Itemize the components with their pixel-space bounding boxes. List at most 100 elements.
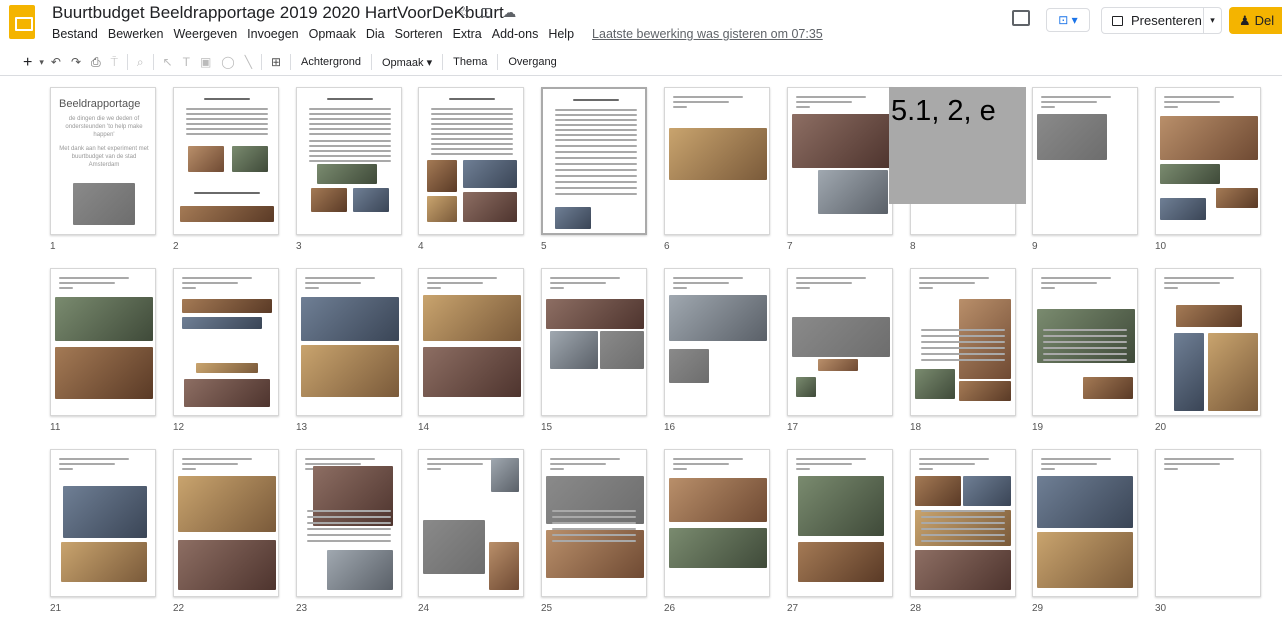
slide-number: 12	[173, 422, 185, 433]
slide-preview[interactable]	[787, 449, 893, 597]
present-label: Presenteren	[1131, 13, 1202, 28]
slide-number: 30	[1155, 603, 1167, 614]
slide-preview[interactable]	[1032, 87, 1138, 235]
menu-dia[interactable]: Dia	[366, 27, 385, 41]
print-icon[interactable]: ⎙	[86, 49, 106, 76]
slide-preview[interactable]	[50, 268, 156, 416]
slide-photo	[196, 363, 258, 373]
paint-format-icon[interactable]: ⍑	[106, 49, 123, 76]
menu-opmaak[interactable]: Opmaak	[309, 27, 356, 41]
slide-number: 5	[541, 241, 547, 252]
slide-photo	[669, 478, 767, 522]
slide-preview[interactable]	[418, 268, 524, 416]
slide-preview[interactable]	[910, 268, 1016, 416]
menu-extra[interactable]: Extra	[453, 27, 482, 41]
cloud-status-icon[interactable]: ☁	[502, 4, 516, 21]
slide-preview[interactable]	[541, 268, 647, 416]
background-button[interactable]: Achtergrond	[295, 56, 367, 68]
star-icon[interactable]: ☆	[458, 4, 471, 21]
present-mode-button[interactable]: ⊡ ▾	[1046, 8, 1090, 32]
shape-icon[interactable]: ◯	[216, 49, 239, 76]
slide-photo	[232, 146, 268, 172]
transition-button[interactable]: Overgang	[502, 56, 562, 68]
slide-preview[interactable]	[541, 449, 647, 597]
slide-photo	[550, 331, 598, 369]
menu-bestand[interactable]: Bestand	[52, 27, 98, 41]
slide-preview[interactable]	[296, 87, 402, 235]
slide-photo	[353, 188, 389, 212]
menu-bar: Bestand Bewerken Weergeven Invoegen Opma…	[52, 27, 823, 41]
slide-photo	[798, 476, 884, 536]
slide-preview[interactable]	[1032, 268, 1138, 416]
slide-preview[interactable]	[296, 449, 402, 597]
menu-sorteren[interactable]: Sorteren	[395, 27, 443, 41]
layout-button[interactable]: Opmaak ▾	[376, 56, 438, 69]
slide-preview[interactable]	[1155, 268, 1261, 416]
new-slide-icon[interactable]: +	[18, 49, 37, 76]
slide-preview[interactable]	[296, 268, 402, 416]
present-dropdown-icon[interactable]: ▾	[1203, 8, 1221, 33]
zoom-icon[interactable]: ⌕	[132, 49, 149, 76]
slide-preview[interactable]: Beeldrapportage de dingen die we deden of…	[50, 87, 156, 235]
last-edit-link[interactable]: Laatste bewerking was gisteren om 07:35	[592, 27, 823, 41]
slide-photo	[1160, 116, 1258, 160]
select-icon[interactable]: ↖	[158, 49, 178, 76]
slide-number: 3	[296, 241, 302, 252]
slides-logo-icon[interactable]	[9, 5, 35, 39]
slide-preview[interactable]	[1032, 449, 1138, 597]
slide-photo	[73, 183, 135, 225]
slide-photo	[178, 540, 276, 590]
slide-photo	[669, 528, 767, 568]
share-button[interactable]: ♟ Del	[1229, 7, 1282, 34]
slide-preview[interactable]	[664, 87, 770, 235]
redo-icon[interactable]: ↷	[66, 49, 86, 76]
slide-number: 28	[910, 603, 922, 614]
slide-preview[interactable]	[418, 449, 524, 597]
comment-history-icon[interactable]	[1012, 10, 1030, 26]
slide-photo	[1037, 114, 1107, 160]
menu-bewerken[interactable]: Bewerken	[108, 27, 164, 41]
slide-photo	[427, 160, 457, 192]
slide-photo	[959, 299, 1011, 379]
textbox-icon[interactable]: T	[178, 49, 195, 76]
slide-preview[interactable]	[50, 449, 156, 597]
slide-photo	[423, 295, 521, 341]
slide-photo	[669, 295, 767, 341]
slide-photo	[669, 128, 767, 180]
document-title[interactable]: Buurtbudget Beeldrapportage 2019 2020 Ha…	[52, 3, 504, 23]
slide-preview[interactable]	[173, 268, 279, 416]
slide-preview[interactable]	[1155, 449, 1261, 597]
theme-button[interactable]: Thema	[447, 56, 493, 68]
new-slide-caret-icon[interactable]: ▾	[37, 49, 46, 76]
slide-number: 2	[173, 241, 179, 252]
slide-number: 10	[1155, 241, 1167, 252]
slide-photo	[317, 164, 377, 184]
line-icon[interactable]: ╲	[240, 49, 257, 76]
slide-photo	[669, 349, 709, 383]
menu-invoegen[interactable]: Invoegen	[247, 27, 298, 41]
move-to-folder-icon[interactable]: ⊡	[481, 4, 493, 21]
slide-preview[interactable]	[664, 449, 770, 597]
slide-preview[interactable]	[787, 268, 893, 416]
add-comment-icon[interactable]: ⊞	[266, 49, 286, 76]
menu-help[interactable]: Help	[548, 27, 574, 41]
slide-preview[interactable]	[1155, 87, 1261, 235]
slide-photo	[463, 160, 517, 188]
slide-photo	[1216, 188, 1258, 208]
undo-icon[interactable]: ↶	[46, 49, 66, 76]
menu-add-ons[interactable]: Add-ons	[492, 27, 539, 41]
slide-photo	[423, 520, 485, 574]
slide-preview[interactable]	[541, 87, 647, 235]
menu-weergeven[interactable]: Weergeven	[173, 27, 237, 41]
image-icon[interactable]: ▣	[195, 49, 216, 76]
slide-preview[interactable]	[787, 87, 893, 235]
slide-photo	[311, 188, 347, 212]
slide-preview[interactable]	[173, 87, 279, 235]
slide-preview[interactable]	[664, 268, 770, 416]
slide-number: 17	[787, 422, 799, 433]
slide-preview[interactable]	[910, 449, 1016, 597]
slide-preview[interactable]	[173, 449, 279, 597]
slide-photo	[1160, 198, 1206, 220]
present-button[interactable]: Presenteren ▾	[1101, 7, 1222, 34]
slide-preview[interactable]	[418, 87, 524, 235]
